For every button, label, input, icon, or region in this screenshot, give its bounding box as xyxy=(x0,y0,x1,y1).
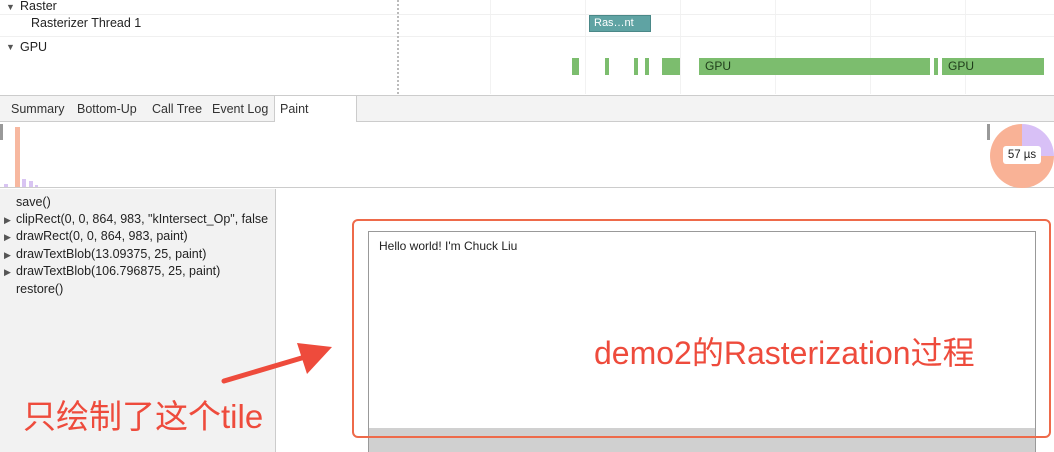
collapse-triangle-icon[interactable]: ▼ xyxy=(6,2,15,12)
command-text: save() xyxy=(16,195,51,209)
paint-bar xyxy=(35,185,38,187)
annotation-title: demo2的Rasterization过程 xyxy=(594,335,975,371)
command-item[interactable]: ▶ drawTextBlob(106.796875, 25, paint) xyxy=(0,262,276,280)
range-end-handle[interactable] xyxy=(987,124,990,140)
expand-triangle-icon[interactable]: ▶ xyxy=(0,228,16,245)
gpu-task-bar[interactable]: GPU xyxy=(942,58,1044,75)
track-label: Raster xyxy=(20,0,57,13)
command-text: drawRect(0, 0, 864, 983, paint) xyxy=(16,229,188,243)
command-text: restore() xyxy=(16,282,64,296)
command-text: drawTextBlob(13.09375, 25, paint) xyxy=(16,247,207,261)
expand-triangle-icon[interactable]: ▶ xyxy=(0,263,16,280)
command-item[interactable]: save() xyxy=(0,193,276,211)
tab-paint-profiler[interactable]: Paint Profiler xyxy=(274,96,357,142)
gpu-task-bar[interactable]: GPU xyxy=(699,58,930,75)
paint-bar xyxy=(22,179,26,187)
command-item[interactable]: ▶ clipRect(0, 0, 864, 983, "kIntersect_Op… xyxy=(0,210,276,228)
annotation-arrow-icon xyxy=(221,343,332,384)
command-item[interactable]: restore() xyxy=(0,280,276,298)
current-time-marker xyxy=(397,0,399,94)
tab-bottom-up[interactable]: Bottom-Up xyxy=(72,96,142,122)
expand-triangle-icon[interactable]: ▶ xyxy=(0,211,16,228)
expand-triangle-icon[interactable]: ▶ xyxy=(0,246,16,263)
command-text: drawTextBlob(106.796875, 25, paint) xyxy=(16,264,221,278)
duration-label: 57 µs xyxy=(1003,146,1041,164)
track-rasterizer-thread[interactable]: Rasterizer Thread 1 xyxy=(0,14,1054,37)
paint-bar xyxy=(15,127,20,187)
gpu-task-bar[interactable] xyxy=(645,58,649,75)
details-tab-bar: Summary Bottom-Up Call Tree Event Log Pa… xyxy=(0,95,1054,142)
tab-call-tree[interactable]: Call Tree xyxy=(147,96,207,122)
paint-bar xyxy=(29,181,33,187)
track-label: Rasterizer Thread 1 xyxy=(31,16,142,30)
tab-summary[interactable]: Summary xyxy=(6,96,69,122)
gpu-task-bar[interactable] xyxy=(572,58,579,75)
tab-event-log[interactable]: Event Log xyxy=(207,96,273,122)
command-text: clipRect(0, 0, 864, 983, "kIntersect_Op"… xyxy=(16,212,269,226)
command-item[interactable]: ▶ drawTextBlob(13.09375, 25, paint) xyxy=(0,245,276,263)
gpu-task-bar[interactable] xyxy=(934,58,938,75)
track-label: GPU xyxy=(20,40,48,54)
gpu-task-bar[interactable] xyxy=(634,58,638,75)
collapse-triangle-icon[interactable]: ▼ xyxy=(6,42,15,52)
gpu-task-bar[interactable] xyxy=(605,58,609,75)
annotation-note: 只绘制了这个tile xyxy=(23,398,264,435)
paint-overview[interactable] xyxy=(0,122,1054,188)
raster-task-slice[interactable]: Ras…nt xyxy=(589,15,651,32)
command-item[interactable]: ▶ drawRect(0, 0, 864, 983, paint) xyxy=(0,227,276,245)
range-start-handle[interactable] xyxy=(0,124,3,140)
timeline-panel: ▼ Raster Rasterizer Thread 1 ▼ GPU Ras…n… xyxy=(0,0,1054,94)
gpu-task-bar[interactable] xyxy=(662,58,680,75)
track-raster[interactable]: ▼ Raster xyxy=(0,0,1054,15)
paint-bar xyxy=(4,184,8,187)
